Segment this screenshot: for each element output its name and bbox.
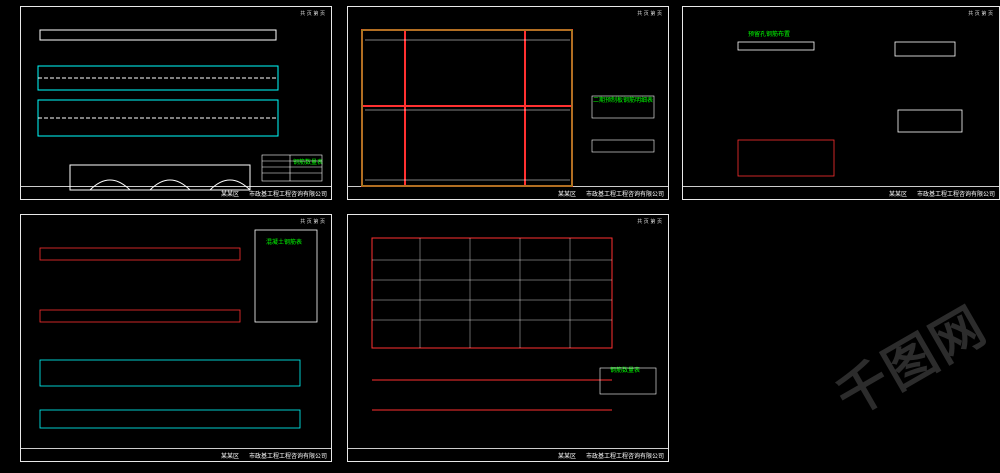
sheet1-table xyxy=(261,154,323,182)
sheet1-plan xyxy=(37,29,279,191)
sheet2-frame xyxy=(361,29,573,187)
sheet4-sections xyxy=(39,229,318,429)
sheet2-stirrups xyxy=(365,39,570,181)
sheet2-table xyxy=(591,95,655,153)
sheet3-details xyxy=(737,41,963,177)
sheet5-grid xyxy=(371,237,657,411)
